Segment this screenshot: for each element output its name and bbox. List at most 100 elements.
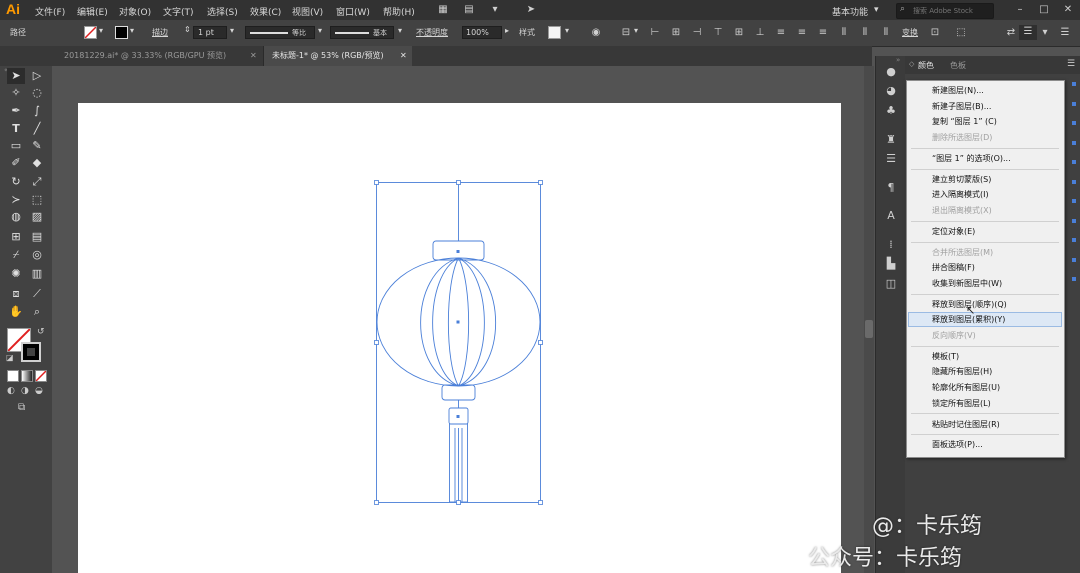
- menu-item[interactable]: 定位对象(E): [932, 224, 975, 239]
- menu-item[interactable]: 进入隔离模式(I): [932, 187, 989, 202]
- style-dropdown-icon[interactable]: ▾: [565, 26, 569, 35]
- screen-mode-icon[interactable]: ⧉: [18, 402, 25, 413]
- opacity-dropdown-icon[interactable]: ▸: [505, 26, 509, 35]
- menu-window[interactable]: 窗口(W): [336, 5, 370, 18]
- artboard[interactable]: [78, 103, 841, 573]
- layer-selection-indicator[interactable]: [1072, 257, 1076, 262]
- menu-effect[interactable]: 效果(C): [250, 5, 281, 18]
- stock-search-box[interactable]: ⌕: [896, 3, 994, 19]
- menu-edit[interactable]: 编辑(E): [77, 5, 108, 18]
- send-icon[interactable]: ➤: [524, 3, 538, 17]
- panel-options-toggle[interactable]: ☰: [1019, 25, 1037, 40]
- scrollbar-thumb[interactable]: [865, 320, 873, 338]
- menu-item[interactable]: 拼合图稿(F): [932, 260, 975, 275]
- paragraph-panel-icon[interactable]: ¶: [883, 180, 899, 196]
- distribute-vcenter-icon[interactable]: ≡: [795, 26, 809, 40]
- arrange-dropdown-icon[interactable]: ▾: [488, 3, 502, 17]
- vertical-scrollbar[interactable]: [864, 66, 874, 573]
- magic-wand-tool-icon[interactable]: ✧: [7, 85, 25, 101]
- rectangle-tool-icon[interactable]: ▭: [7, 138, 25, 154]
- align-right-icon[interactable]: ⊣: [690, 26, 704, 40]
- eraser-tool-icon[interactable]: ◆: [28, 155, 46, 171]
- distribute-hcenter-icon[interactable]: ⦀: [858, 26, 872, 40]
- stock-search-input[interactable]: [913, 5, 989, 16]
- stroke-panel-link[interactable]: 描边: [152, 27, 168, 38]
- type-tool-icon[interactable]: T: [7, 121, 25, 137]
- dock-collapse-icon[interactable]: »: [896, 56, 900, 64]
- line-segment-tool-icon[interactable]: ╱: [28, 121, 46, 137]
- mesh-tool-icon[interactable]: ⊞: [7, 229, 25, 245]
- minimize-icon[interactable]: –: [1012, 3, 1028, 16]
- align-hcenter-icon[interactable]: ⊞: [669, 26, 683, 40]
- tab-close-icon[interactable]: ✕: [400, 46, 407, 66]
- menu-file[interactable]: 文件(F): [35, 5, 65, 18]
- color-mode-icon[interactable]: [7, 370, 19, 382]
- options-dropdown-icon[interactable]: ▾: [1038, 26, 1052, 40]
- rotate-tool-icon[interactable]: ↻: [7, 174, 25, 190]
- fill-swatch[interactable]: [84, 26, 97, 39]
- stroke-dropdown-icon[interactable]: ▾: [130, 26, 134, 35]
- brush-dropdown-icon[interactable]: ▾: [398, 26, 402, 35]
- bridge-icon[interactable]: ▦: [436, 3, 450, 17]
- tab-close-icon[interactable]: ✕: [250, 46, 257, 66]
- distribute-left-icon[interactable]: ⦀: [837, 26, 851, 40]
- slice-tool-icon[interactable]: ⟋: [28, 286, 46, 302]
- menu-item[interactable]: 轮廓化所有图层(U): [932, 380, 1000, 395]
- scale-tool-icon[interactable]: ⤢: [28, 174, 46, 190]
- lantern-artwork[interactable]: [78, 103, 841, 573]
- layer-selection-indicator[interactable]: [1072, 218, 1076, 223]
- workspace-switcher[interactable]: 基本功能: [832, 5, 868, 18]
- symbol-sprayer-tool-icon[interactable]: ✺: [7, 266, 25, 282]
- graphic-style-swatch[interactable]: [548, 26, 561, 39]
- perspective-grid-tool-icon[interactable]: ▨: [28, 209, 46, 225]
- arrange-documents-icon[interactable]: ▤: [462, 3, 476, 17]
- lasso-tool-icon[interactable]: ◌: [28, 85, 46, 101]
- layer-selection-indicator[interactable]: [1072, 101, 1076, 106]
- default-fill-stroke-icon[interactable]: ◪: [6, 353, 14, 362]
- free-transform-tool-icon[interactable]: ⬚: [28, 192, 46, 208]
- tab-swatches[interactable]: 色板: [950, 60, 966, 71]
- menu-item[interactable]: 隐藏所有图层(H): [932, 364, 992, 379]
- paintbrush-tool-icon[interactable]: ✎: [28, 138, 46, 154]
- variable-width-profile[interactable]: 等比: [245, 26, 315, 39]
- stroke-weight-field[interactable]: 1 pt: [193, 26, 227, 39]
- maximize-icon[interactable]: □: [1036, 3, 1052, 16]
- layer-selection-indicator[interactable]: [1072, 238, 1076, 242]
- recolor-artwork-icon[interactable]: ◉: [589, 26, 603, 40]
- curvature-tool-icon[interactable]: ∫: [28, 103, 46, 119]
- draw-inside-icon[interactable]: ◒: [35, 386, 43, 396]
- column-graph-tool-icon[interactable]: ▥: [28, 266, 46, 282]
- width-tool-icon[interactable]: ≻: [7, 192, 25, 208]
- stroke-swatch[interactable]: [115, 26, 128, 39]
- layer-selection-indicator[interactable]: [1072, 121, 1076, 125]
- align-to-dropdown-icon[interactable]: ▾: [634, 26, 638, 35]
- opacity-link[interactable]: 不透明度: [416, 27, 448, 38]
- align-bottom-icon[interactable]: ⊥: [753, 26, 767, 40]
- distribute-bottom-icon[interactable]: ≡: [816, 26, 830, 40]
- menu-item[interactable]: “图层 1” 的选项(O)...: [932, 151, 1011, 166]
- layer-selection-indicator[interactable]: [1072, 277, 1076, 281]
- layer-selection-indicator[interactable]: [1072, 82, 1076, 86]
- panel-tab-chevron-icon[interactable]: ◇: [909, 60, 914, 68]
- panel-menu-icon[interactable]: ☰: [1067, 59, 1075, 69]
- tab-document-2[interactable]: 未标题-1* @ 53% (RGB/预览) ✕: [264, 46, 412, 66]
- menu-help[interactable]: 帮助(H): [383, 5, 415, 18]
- align-panel-icon[interactable]: ⁞: [883, 237, 899, 253]
- stroke-weight-stepper-icon[interactable]: ⇕: [184, 25, 191, 34]
- color-guide-icon[interactable]: ◕: [883, 83, 899, 99]
- menu-item[interactable]: 面板选项(P)...: [932, 437, 983, 452]
- draw-normal-icon[interactable]: ◐: [7, 386, 15, 396]
- profile-dropdown-icon[interactable]: ▾: [318, 26, 322, 35]
- draw-behind-icon[interactable]: ◑: [21, 386, 29, 396]
- brushes-panel-icon[interactable]: ♜: [883, 132, 899, 148]
- menu-object[interactable]: 对象(O): [119, 5, 151, 18]
- distribute-top-icon[interactable]: ≡: [774, 26, 788, 40]
- close-icon[interactable]: ✕: [1060, 3, 1076, 16]
- menu-view[interactable]: 视图(V): [292, 5, 323, 18]
- menu-item[interactable]: 新建图层(N)...: [932, 83, 984, 98]
- align-top-icon[interactable]: ⊤: [711, 26, 725, 40]
- gradient-tool-icon[interactable]: ▤: [28, 229, 46, 245]
- zoom-tool-icon[interactable]: ⌕: [28, 304, 46, 320]
- blend-tool-icon[interactable]: ◎: [28, 247, 46, 263]
- none-mode-icon[interactable]: [35, 370, 47, 382]
